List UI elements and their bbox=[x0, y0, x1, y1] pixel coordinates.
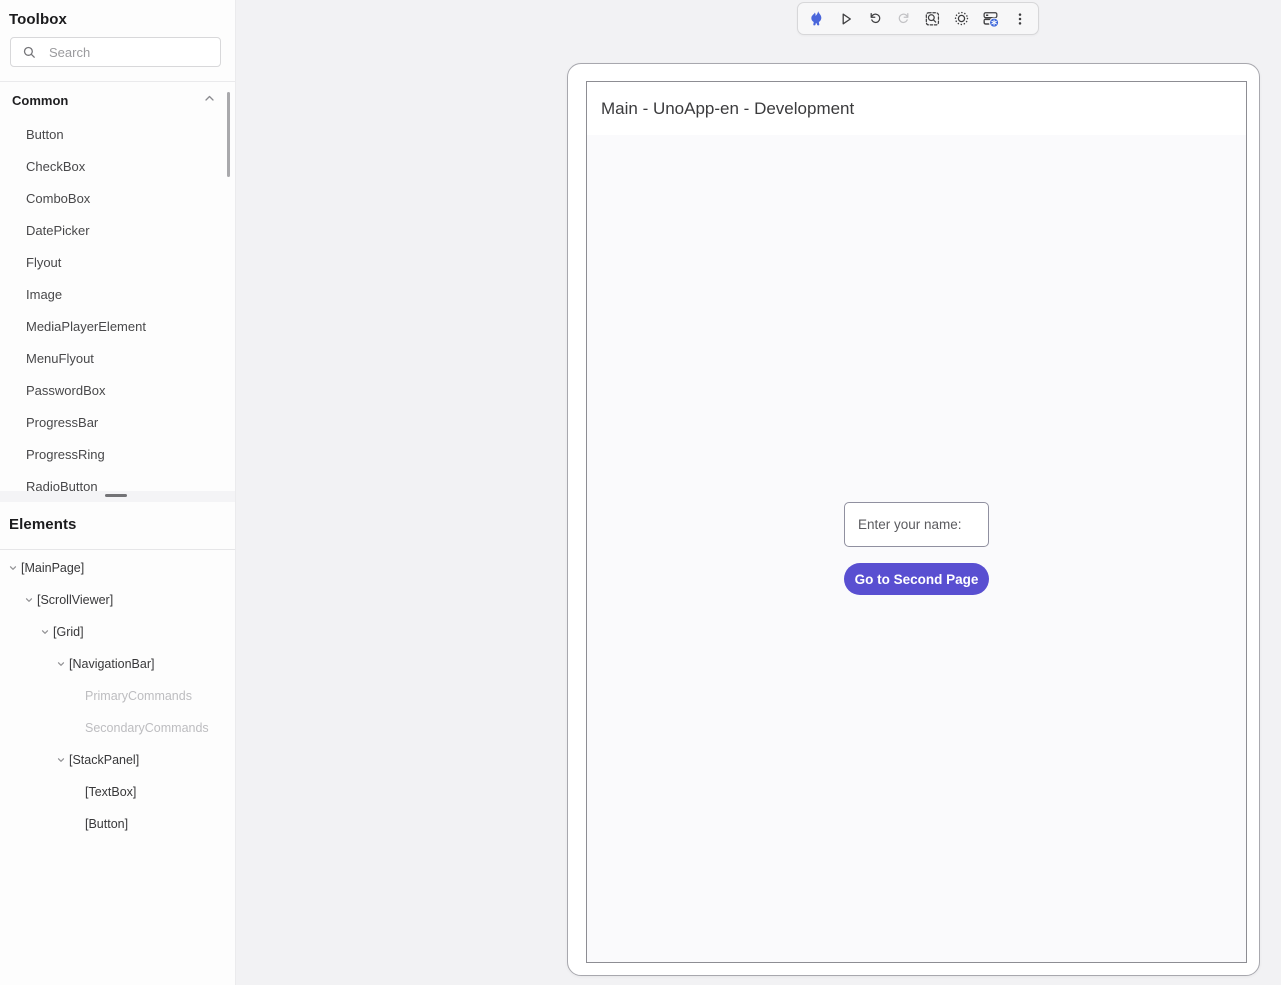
chevron-down-icon[interactable] bbox=[5, 560, 21, 576]
toolbox-horizontal-scrollbar-thumb[interactable] bbox=[105, 494, 127, 497]
app-title: Main - UnoApp-en - Development bbox=[601, 99, 854, 119]
undo-button[interactable] bbox=[860, 5, 889, 32]
elements-panel: Elements [MainPage] [ScrollViewer] [Grid… bbox=[0, 502, 235, 840]
toolbox-item-label: DatePicker bbox=[26, 223, 90, 238]
hot-design-flame-button[interactable] bbox=[802, 5, 831, 32]
toolbox-item-label: PasswordBox bbox=[26, 383, 105, 398]
zoom-selection-icon bbox=[924, 10, 941, 27]
app-content: Go to Second Page bbox=[587, 135, 1246, 962]
go-to-second-page-button[interactable]: Go to Second Page bbox=[844, 563, 989, 595]
toolbox-item[interactable]: PasswordBox bbox=[0, 374, 235, 406]
chevron-down-icon[interactable] bbox=[21, 592, 37, 608]
toolbox-item-label: MenuFlyout bbox=[26, 351, 94, 366]
tree-item[interactable]: [Grid] bbox=[0, 616, 235, 648]
toolbox-title: Toolbox bbox=[0, 0, 235, 37]
search-input[interactable] bbox=[49, 45, 220, 60]
play-icon bbox=[838, 11, 854, 27]
toolbox-item[interactable]: ComboBox bbox=[0, 182, 235, 214]
toolbox-item[interactable]: MediaPlayerElement bbox=[0, 310, 235, 342]
toolbox-item-label: Image bbox=[26, 287, 62, 302]
sun-icon bbox=[953, 10, 970, 27]
play-button[interactable] bbox=[831, 5, 860, 32]
toolbox-item[interactable]: ProgressRing bbox=[0, 438, 235, 470]
name-textbox[interactable] bbox=[844, 502, 989, 547]
tree-item[interactable]: SecondaryCommands bbox=[0, 712, 235, 744]
elements-tree: [MainPage] [ScrollViewer] [Grid] [Naviga… bbox=[0, 550, 235, 840]
design-toolbar bbox=[797, 2, 1039, 35]
tree-item-label: [Button] bbox=[85, 817, 128, 831]
zoom-selection-button[interactable] bbox=[918, 5, 947, 32]
toolbox-item[interactable]: Flyout bbox=[0, 246, 235, 278]
toolbox-item[interactable]: MenuFlyout bbox=[0, 342, 235, 374]
tree-item-label: [TextBox] bbox=[85, 785, 136, 799]
server-badge-icon bbox=[982, 10, 1000, 28]
theme-light-button[interactable] bbox=[947, 5, 976, 32]
toolbox-item-label: Button bbox=[26, 127, 64, 142]
redo-button[interactable] bbox=[889, 5, 918, 32]
section-label: Common bbox=[12, 93, 68, 108]
app-window: Main - UnoApp-en - Development Go to Sec… bbox=[586, 81, 1247, 963]
flame-icon bbox=[808, 10, 825, 27]
device-frame: Main - UnoApp-en - Development Go to Sec… bbox=[567, 63, 1260, 976]
toolbox-panel: Toolbox Common Button CheckBox ComboBo bbox=[0, 0, 235, 502]
redo-icon bbox=[896, 11, 912, 27]
toolbox-search[interactable] bbox=[10, 37, 221, 67]
toolbox-item[interactable]: Image bbox=[0, 278, 235, 310]
tree-item[interactable]: [NavigationBar] bbox=[0, 648, 235, 680]
toolbox-item-label: Flyout bbox=[26, 255, 61, 270]
app-titlebar: Main - UnoApp-en - Development bbox=[587, 82, 1246, 135]
toolbox-item-label: ComboBox bbox=[26, 191, 90, 206]
tree-item-label: [Grid] bbox=[53, 625, 84, 639]
kebab-menu-icon bbox=[1012, 11, 1028, 27]
runtime-settings-button[interactable] bbox=[976, 5, 1005, 32]
toolbox-item-label: ProgressBar bbox=[26, 415, 98, 430]
tree-item[interactable]: [Button] bbox=[0, 808, 235, 840]
toolbox-vertical-scrollbar[interactable] bbox=[227, 92, 230, 177]
tree-item-label: SecondaryCommands bbox=[85, 721, 209, 735]
toolbox-item[interactable]: Button bbox=[0, 118, 235, 150]
chevron-down-icon[interactable] bbox=[53, 752, 69, 768]
tree-item[interactable]: [TextBox] bbox=[0, 776, 235, 808]
toolbox-section-common[interactable]: Common bbox=[0, 82, 235, 118]
chevron-up-icon[interactable] bbox=[203, 92, 216, 108]
toolbox-item[interactable]: CheckBox bbox=[0, 150, 235, 182]
toolbox-item-label: ProgressRing bbox=[26, 447, 105, 462]
tree-item-label: [ScrollViewer] bbox=[37, 593, 113, 607]
toolbox-horizontal-scrollbar-track bbox=[0, 491, 235, 502]
sidebar: Toolbox Common Button CheckBox ComboBo bbox=[0, 0, 236, 985]
toolbox-item[interactable]: RadioButton bbox=[0, 470, 235, 491]
toolbox-item-label: CheckBox bbox=[26, 159, 85, 174]
tree-item-label: [NavigationBar] bbox=[69, 657, 154, 671]
tree-item[interactable]: PrimaryCommands bbox=[0, 680, 235, 712]
chevron-down-icon[interactable] bbox=[37, 624, 53, 640]
chevron-down-icon[interactable] bbox=[53, 656, 69, 672]
toolbox-item-label: RadioButton bbox=[26, 479, 98, 492]
tree-item[interactable]: [MainPage] bbox=[0, 552, 235, 584]
toolbox-item-label: MediaPlayerElement bbox=[26, 319, 146, 334]
elements-title: Elements bbox=[0, 502, 235, 549]
undo-icon bbox=[867, 11, 883, 27]
search-icon bbox=[22, 45, 37, 60]
toolbox-item[interactable]: DatePicker bbox=[0, 214, 235, 246]
more-options-button[interactable] bbox=[1005, 5, 1034, 32]
tree-item[interactable]: [ScrollViewer] bbox=[0, 584, 235, 616]
tree-item-label: [MainPage] bbox=[21, 561, 84, 575]
tree-item-label: PrimaryCommands bbox=[85, 689, 192, 703]
toolbox-list: Button CheckBox ComboBox DatePicker Flyo… bbox=[0, 118, 235, 491]
tree-item-label: [StackPanel] bbox=[69, 753, 139, 767]
toolbox-item[interactable]: ProgressBar bbox=[0, 406, 235, 438]
tree-item[interactable]: [StackPanel] bbox=[0, 744, 235, 776]
